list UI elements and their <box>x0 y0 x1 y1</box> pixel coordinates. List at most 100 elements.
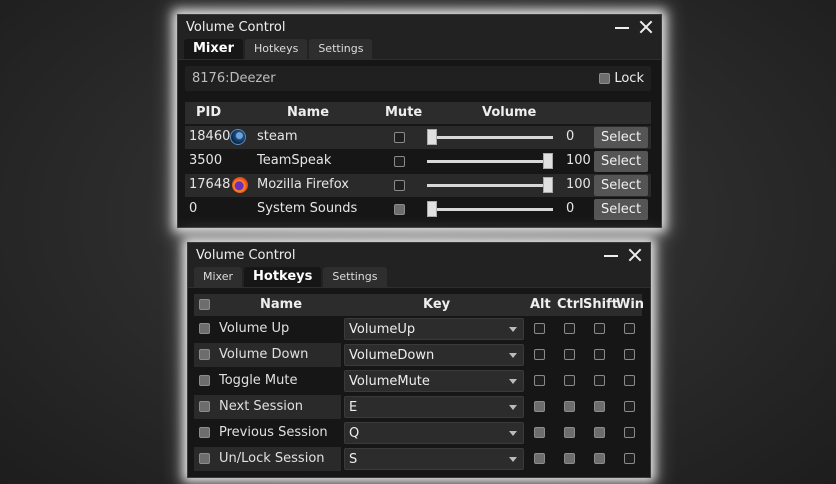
tab-hotkeys[interactable]: Hotkeys <box>245 39 308 59</box>
key-dropdown[interactable]: E <box>344 396 524 418</box>
alt-checkbox[interactable] <box>534 427 545 438</box>
ctrl-checkbox[interactable] <box>564 349 575 360</box>
hotkey-name-cell: Previous Session <box>194 421 341 445</box>
hotkey-row: Toggle Mute VolumeMute <box>194 369 642 393</box>
key-value: Q <box>349 426 360 441</box>
mute-checkbox[interactable] <box>394 132 405 143</box>
ctrl-checkbox[interactable] <box>564 375 575 386</box>
select-button[interactable]: Select <box>594 151 648 172</box>
hotkey-row: Volume Up VolumeUp <box>194 317 642 341</box>
chevron-down-icon <box>509 379 517 384</box>
volume-slider-handle[interactable] <box>427 201 437 217</box>
col-volume: Volume <box>482 105 537 120</box>
col-name: Name <box>260 297 303 312</box>
ctrl-checkbox[interactable] <box>564 323 575 334</box>
mixer-row: 3500 TeamSpeak 100 Select <box>185 150 651 173</box>
row-checkbox[interactable] <box>199 401 210 412</box>
tab-hotkeys[interactable]: Hotkeys <box>244 267 322 287</box>
row-checkbox[interactable] <box>199 375 210 386</box>
select-button[interactable]: Select <box>594 199 648 220</box>
col-name: Name <box>287 105 330 120</box>
volume-slider[interactable] <box>427 201 553 217</box>
alt-checkbox[interactable] <box>534 453 545 464</box>
row-checkbox[interactable] <box>199 453 210 464</box>
select-button[interactable]: Select <box>594 127 648 148</box>
lock-toggle[interactable]: Lock <box>599 71 644 86</box>
col-alt: Alt <box>530 297 551 312</box>
volume-value: 100 <box>566 177 591 192</box>
col-ctrl: Ctrl <box>557 297 584 312</box>
volume-slider-handle[interactable] <box>427 129 437 145</box>
key-value: VolumeDown <box>349 348 435 363</box>
tab-settings[interactable]: Settings <box>323 267 387 287</box>
title-bar[interactable]: Volume Control <box>178 15 661 39</box>
alt-checkbox[interactable] <box>534 401 545 412</box>
key-value: S <box>349 452 358 467</box>
minimize-icon[interactable] <box>615 20 629 34</box>
pid-cell: 0 <box>189 201 198 216</box>
ctrl-checkbox[interactable] <box>564 453 575 464</box>
win-checkbox[interactable] <box>624 453 635 464</box>
volume-slider[interactable] <box>427 129 553 145</box>
hotkey-row: Next Session E <box>194 395 642 419</box>
key-dropdown[interactable]: Q <box>344 422 524 444</box>
key-dropdown[interactable]: S <box>344 448 524 470</box>
volume-value: 100 <box>566 153 591 168</box>
alt-checkbox[interactable] <box>534 375 545 386</box>
win-checkbox[interactable] <box>624 375 635 386</box>
shift-checkbox[interactable] <box>594 323 605 334</box>
select-button[interactable]: Select <box>594 175 648 196</box>
key-dropdown[interactable]: VolumeUp <box>344 318 524 340</box>
hotkey-row: Un/Lock Session S <box>194 447 642 471</box>
tab-mixer[interactable]: Mixer <box>184 39 244 59</box>
alt-checkbox[interactable] <box>534 349 545 360</box>
shift-checkbox[interactable] <box>594 375 605 386</box>
close-icon[interactable] <box>639 20 653 34</box>
mute-checkbox[interactable] <box>394 156 405 167</box>
mixer-panel: 8176:Deezer Lock PID Name Mute Volume 18… <box>178 60 661 227</box>
volume-slider-handle[interactable] <box>543 177 553 193</box>
win-checkbox[interactable] <box>624 323 635 334</box>
hotkey-name: Next Session <box>219 399 304 414</box>
win-checkbox[interactable] <box>624 349 635 360</box>
volume-slider[interactable] <box>427 177 553 193</box>
pid-cell: 3500 <box>189 153 223 168</box>
key-dropdown[interactable]: VolumeMute <box>344 370 524 392</box>
row-checkbox[interactable] <box>199 427 210 438</box>
window-title: Volume Control <box>186 19 286 35</box>
ctrl-checkbox[interactable] <box>564 401 575 412</box>
close-icon[interactable] <box>628 248 642 262</box>
shift-checkbox[interactable] <box>594 349 605 360</box>
volume-slider[interactable] <box>427 153 553 169</box>
volume-slider-handle[interactable] <box>543 153 553 169</box>
pid-cell: 18460 <box>189 129 231 144</box>
hotkey-name: Volume Down <box>219 347 309 362</box>
shift-checkbox[interactable] <box>594 427 605 438</box>
shift-checkbox[interactable] <box>594 453 605 464</box>
tab-mixer[interactable]: Mixer <box>194 267 243 287</box>
hotkeys-table-header: Name Key Alt Ctrl Shift Win <box>194 294 644 316</box>
tab-settings[interactable]: Settings <box>309 39 373 59</box>
key-dropdown[interactable]: VolumeDown <box>344 344 524 366</box>
app-name: Mozilla Firefox <box>257 177 349 192</box>
select-all-checkbox[interactable] <box>199 299 210 310</box>
alt-checkbox[interactable] <box>534 323 545 334</box>
win-checkbox[interactable] <box>624 427 635 438</box>
mute-checkbox[interactable] <box>394 180 405 191</box>
shift-checkbox[interactable] <box>594 401 605 412</box>
mixer-table-header: PID Name Mute Volume <box>185 102 651 124</box>
title-bar[interactable]: Volume Control <box>188 243 650 267</box>
hotkey-name: Un/Lock Session <box>219 451 325 466</box>
ctrl-checkbox[interactable] <box>564 427 575 438</box>
lock-checkbox[interactable] <box>599 73 611 84</box>
minimize-icon[interactable] <box>604 248 618 262</box>
row-checkbox[interactable] <box>199 349 210 360</box>
volume-value: 0 <box>566 201 575 216</box>
row-checkbox[interactable] <box>199 323 210 334</box>
mute-checkbox[interactable] <box>394 204 405 215</box>
hotkeys-panel: Name Key Alt Ctrl Shift Win Volume Up Vol… <box>188 288 650 477</box>
key-value: E <box>349 400 358 415</box>
mixer-row: 0 System Sounds 0 Select <box>185 198 651 221</box>
col-key: Key <box>423 297 451 312</box>
win-checkbox[interactable] <box>624 401 635 412</box>
